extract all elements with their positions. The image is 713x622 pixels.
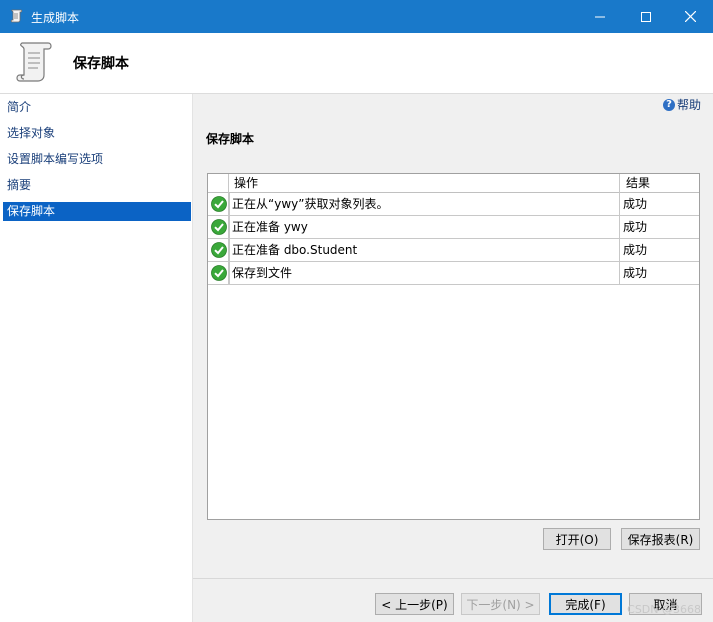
result-cell: 成功 [623, 220, 648, 234]
sidebar-item-intro[interactable]: 简介 [3, 98, 191, 117]
watermark: CSDN @3668 [627, 603, 701, 616]
close-icon [684, 11, 696, 22]
operation-cell: 正在准备 dbo.Student [232, 243, 358, 257]
open-button[interactable]: 打开(O) [543, 528, 611, 550]
scroll-script-icon [16, 42, 52, 82]
operation-cell: 保存到文件 [232, 266, 293, 280]
result-cell: 成功 [623, 243, 648, 257]
help-label: 帮助 [676, 98, 701, 112]
save-report-button[interactable]: 保存报表(R) [621, 528, 700, 550]
previous-button[interactable]: < 上一步(P) [375, 593, 454, 615]
page-title: 保存脚本 [73, 56, 129, 72]
results-table: 操作 结果 正在从“ywy”获取对象列表。 成功 正在准备 ywy 成功 正在准… [207, 173, 700, 520]
table-row[interactable]: 正在准备 ywy 成功 [208, 216, 699, 239]
wizard-steps-sidebar: 简介 选择对象 设置脚本编写选项 摘要 保存脚本 [0, 94, 193, 622]
finish-button[interactable]: 完成(F) [549, 593, 622, 615]
sidebar-item-scripting-options[interactable]: 设置脚本编写选项 [3, 150, 191, 169]
table-row[interactable]: 保存到文件 成功 [208, 262, 699, 285]
maximize-button[interactable] [623, 0, 669, 33]
operation-cell: 正在从“ywy”获取对象列表。 [232, 197, 389, 211]
success-check-icon [208, 216, 230, 238]
section-title: 保存脚本 [206, 132, 255, 146]
table-row[interactable]: 正在从“ywy”获取对象列表。 成功 [208, 193, 699, 216]
minimize-icon [595, 16, 605, 17]
success-check-icon [208, 193, 230, 215]
success-check-icon [208, 239, 230, 261]
sidebar-item-save-script[interactable]: 保存脚本 [3, 202, 191, 221]
close-button[interactable] [667, 0, 713, 33]
help-icon: ? [662, 98, 675, 111]
title-bar: 生成脚本 [0, 0, 713, 33]
column-header-result[interactable]: 结果 [626, 174, 650, 192]
result-cell: 成功 [623, 266, 648, 280]
minimize-button[interactable] [577, 0, 623, 33]
script-icon [10, 9, 23, 23]
column-header-operation[interactable]: 操作 [234, 174, 258, 192]
main-panel: ? 帮助 保存脚本 操作 结果 正在从“ywy”获取对象列表。 成功 正在准备 … [193, 94, 713, 622]
footer-divider [193, 578, 713, 579]
next-button[interactable]: 下一步(N) > [461, 593, 540, 615]
success-check-icon [208, 262, 230, 284]
window-title: 生成脚本 [31, 11, 80, 25]
maximize-icon [641, 11, 651, 22]
operation-cell: 正在准备 ywy [232, 220, 308, 234]
result-cell: 成功 [623, 197, 648, 211]
table-header: 操作 结果 [208, 174, 699, 193]
sidebar-item-select-objects[interactable]: 选择对象 [3, 124, 191, 143]
table-row[interactable]: 正在准备 dbo.Student 成功 [208, 239, 699, 262]
sidebar-item-summary[interactable]: 摘要 [3, 176, 191, 195]
help-link[interactable]: ? 帮助 [662, 96, 701, 113]
page-header: 保存脚本 [0, 33, 713, 94]
